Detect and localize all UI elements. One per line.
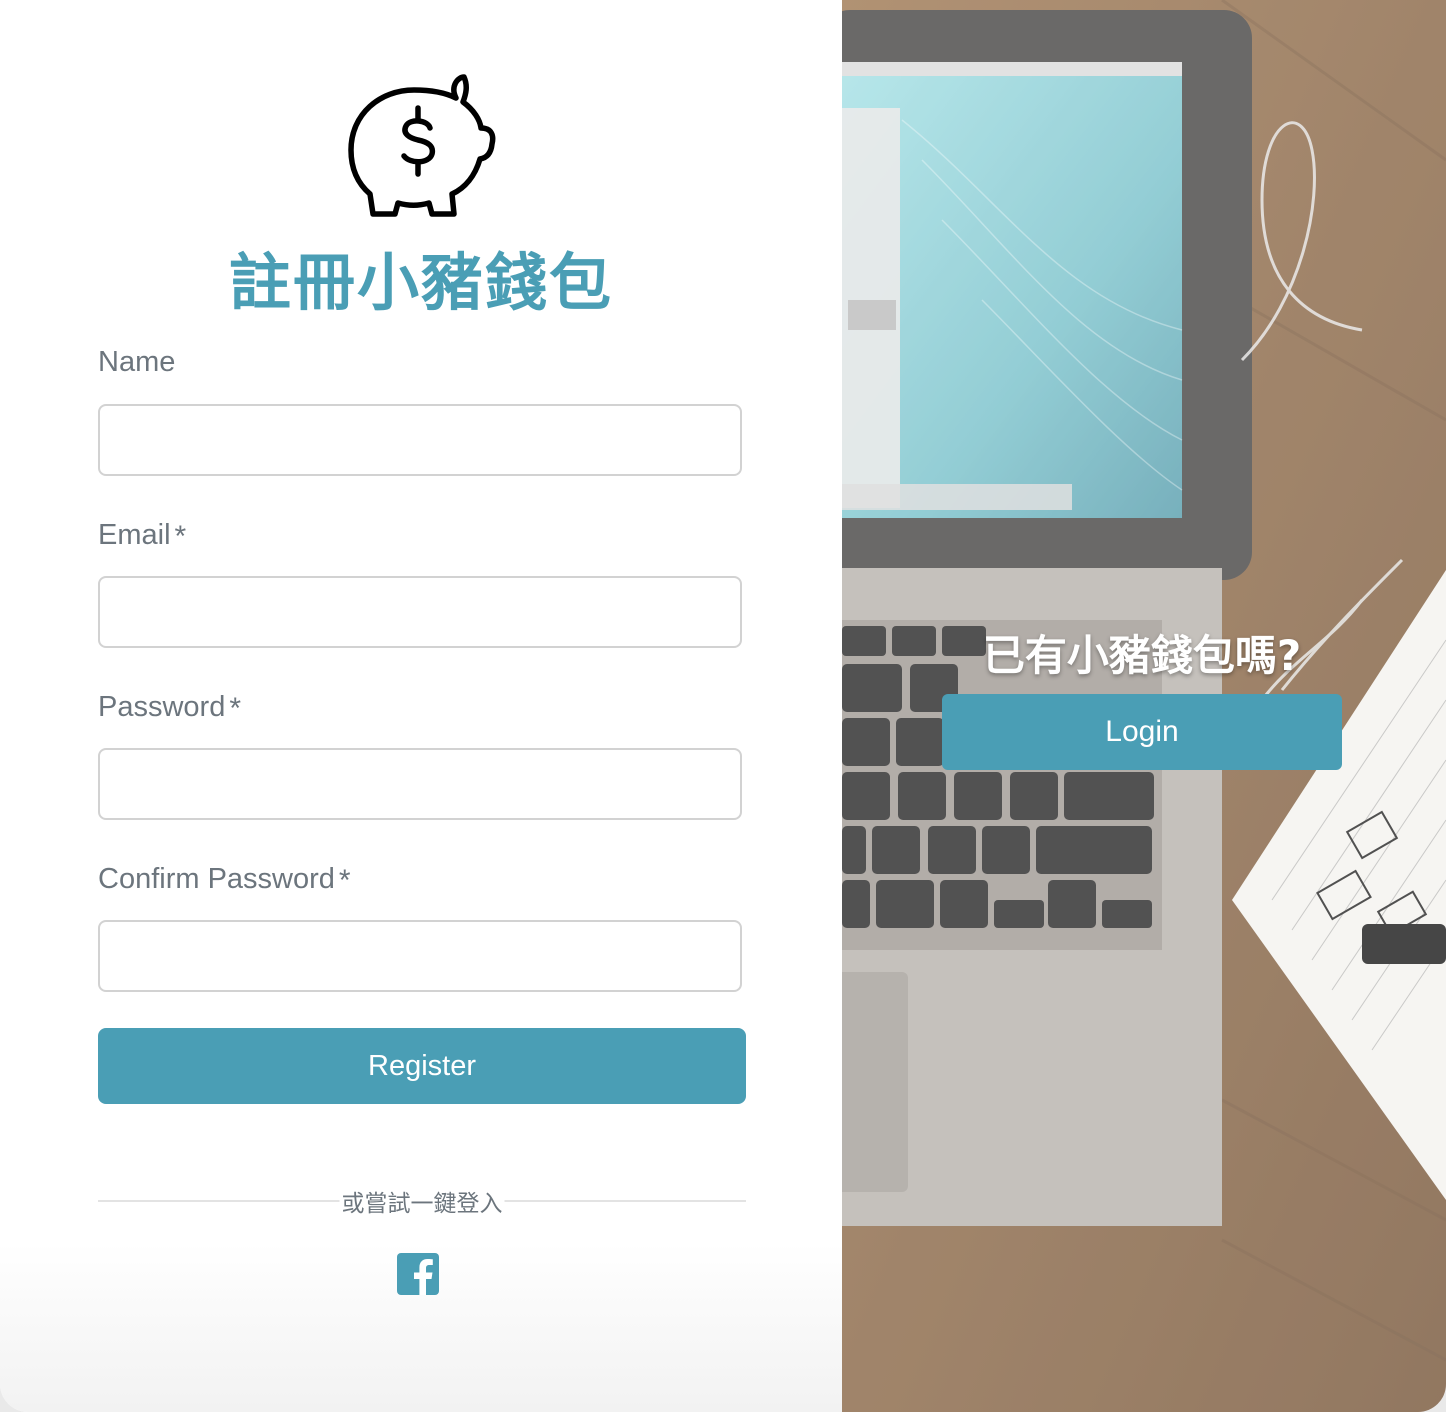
confirm-password-label-text: Confirm Password [98, 863, 335, 895]
name-label: Name [98, 346, 175, 379]
required-mark: * [174, 520, 187, 553]
confirm-password-input[interactable] [98, 920, 742, 992]
facebook-login-button[interactable] [397, 1253, 439, 1295]
login-button[interactable]: Login [942, 694, 1342, 770]
email-label-text: Email [98, 519, 171, 551]
facebook-icon [414, 1259, 433, 1295]
required-mark: * [229, 692, 242, 725]
register-panel: 註冊小豬錢包 Name Email * Password * Confirm Pas… [0, 0, 842, 1412]
register-button[interactable]: Register [98, 1028, 746, 1104]
password-input[interactable] [98, 748, 742, 820]
alt-login-divider: 或嘗試一鍵登入 [98, 1180, 746, 1220]
required-mark: * [338, 864, 351, 897]
confirm-password-label: Confirm Password * [98, 862, 351, 897]
email-input[interactable] [98, 576, 742, 648]
password-label: Password * [98, 690, 242, 725]
password-label-text: Password [98, 691, 226, 723]
email-label: Email * [98, 518, 187, 553]
register-page: 註冊小豬錢包 Name Email * Password * Confirm Pas… [0, 0, 1446, 1412]
piggy-bank-dollar-icon [348, 74, 496, 217]
login-panel: 已有小豬錢包嗎? Login [842, 0, 1446, 1412]
page-title: 註冊小豬錢包 [228, 246, 613, 319]
name-input[interactable] [98, 404, 742, 476]
alt-login-text: 或嘗試一鍵登入 [339, 1184, 505, 1218]
name-label-text: Name [98, 346, 176, 378]
login-prompt-text: 已有小豬錢包嗎? [982, 631, 1302, 680]
